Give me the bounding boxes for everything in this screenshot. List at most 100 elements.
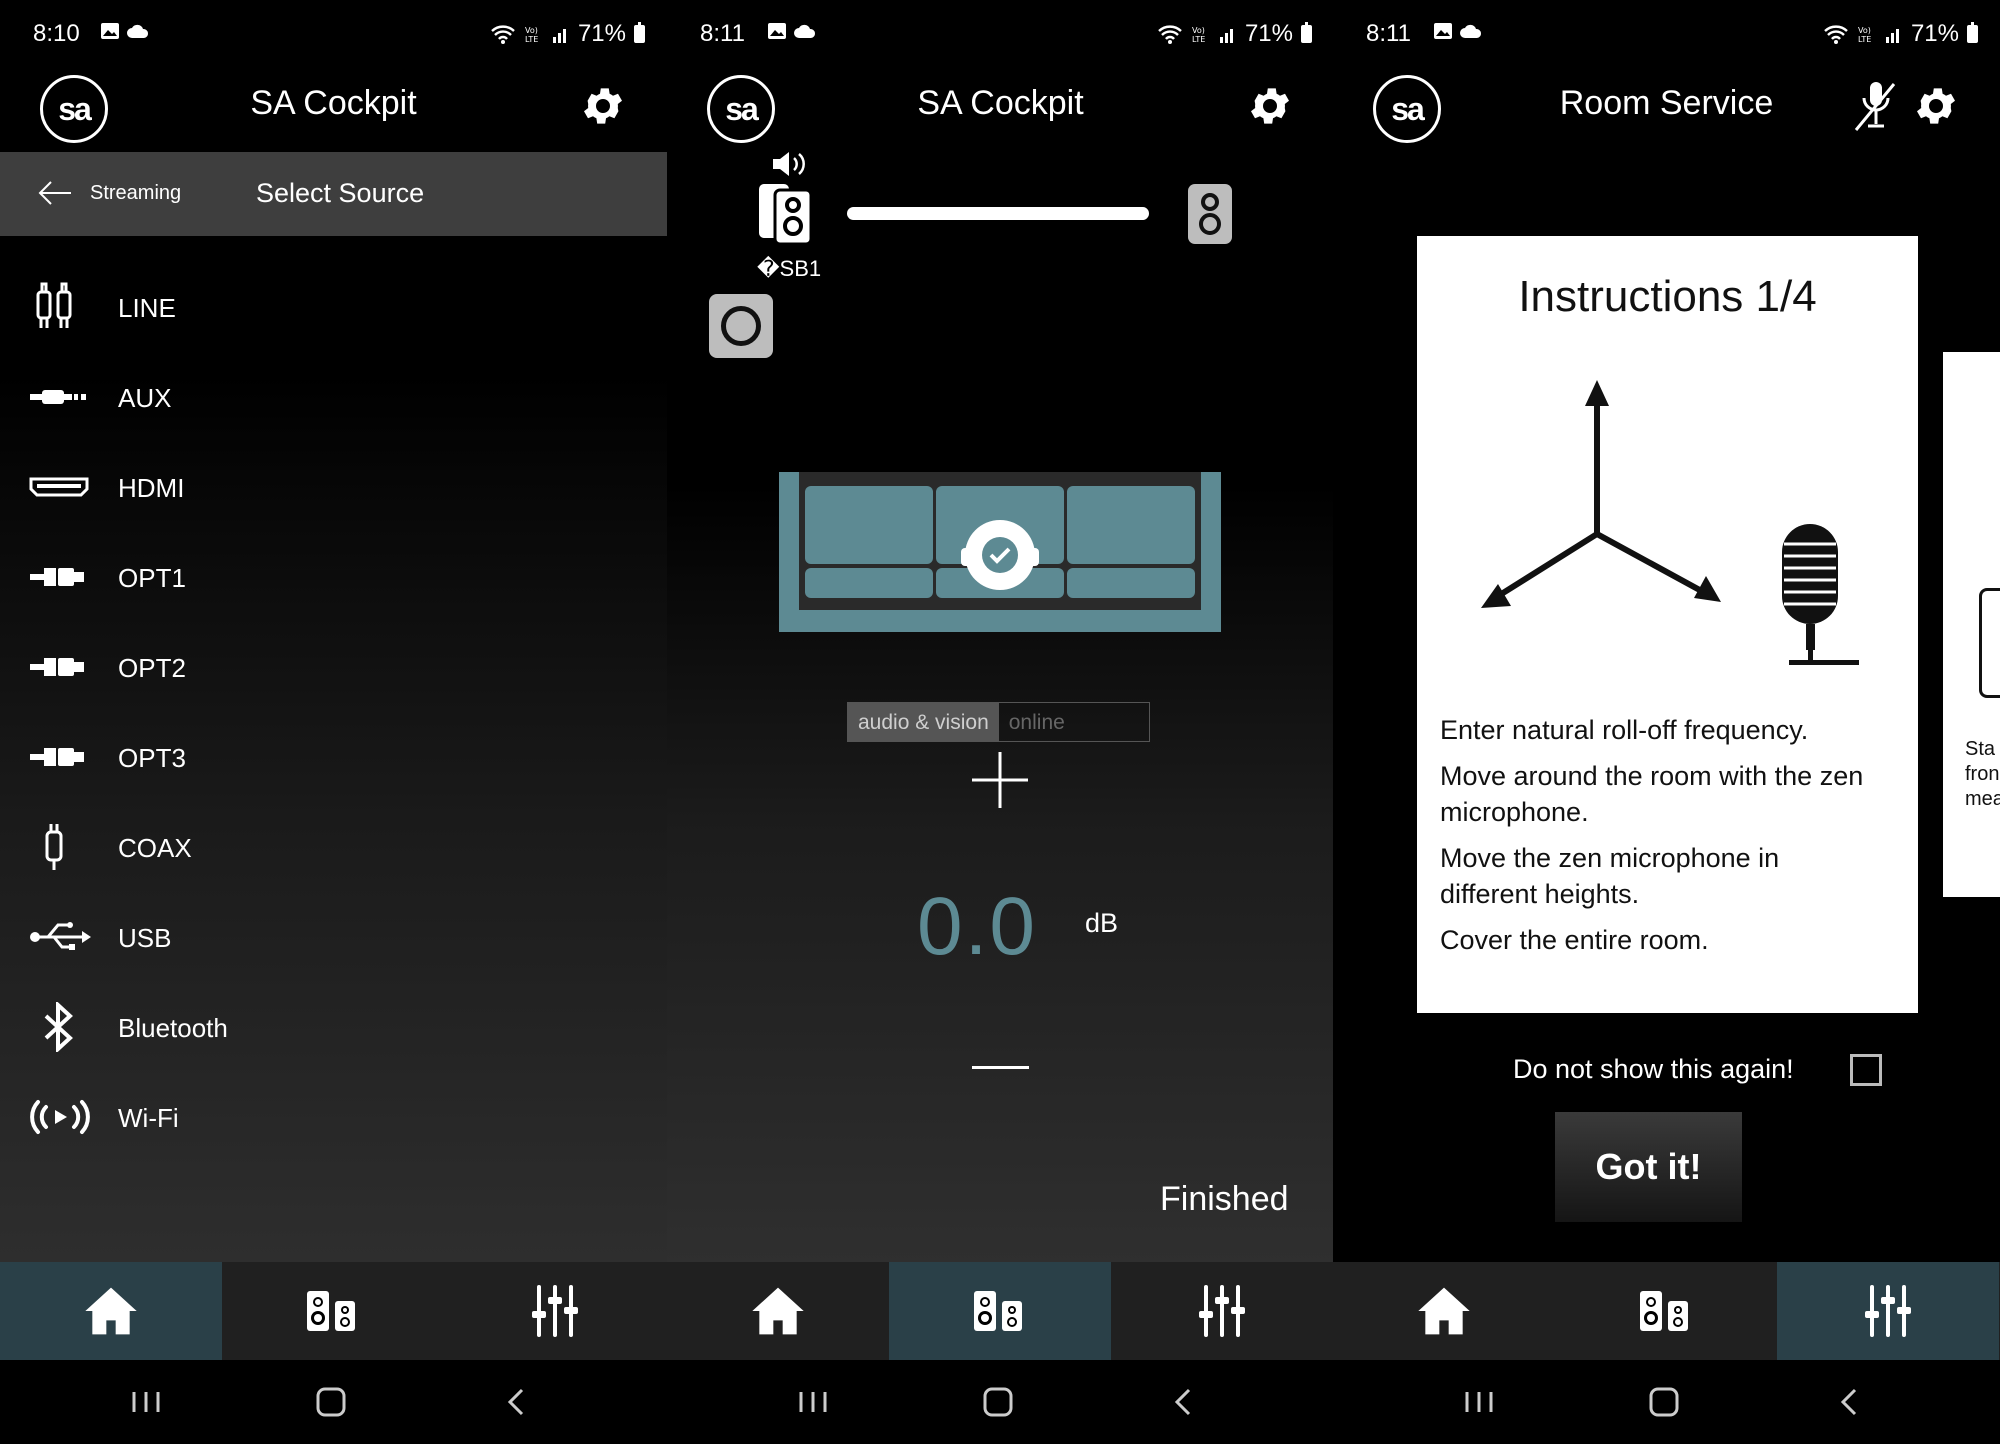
tab-equalizer[interactable]: [1111, 1262, 1333, 1360]
home-button-icon[interactable]: [978, 1382, 1018, 1422]
dont-show-again-label[interactable]: Do not show this again!: [1513, 1054, 1794, 1085]
svg-text:LTE: LTE: [1858, 35, 1871, 44]
increase-plus-icon[interactable]: [970, 750, 1030, 810]
optical-icon: [30, 748, 84, 766]
back-icon[interactable]: [1831, 1382, 1871, 1422]
volume-icon[interactable]: [771, 150, 811, 178]
status-notification-icons: [1433, 22, 1483, 40]
wifi-icon: [491, 25, 515, 44]
finished-button[interactable]: Finished: [1160, 1180, 1289, 1219]
source-item-bluetooth[interactable]: Bluetooth: [0, 982, 667, 1072]
source-item-usb[interactable]: USB: [0, 892, 667, 982]
equalizer-icon: [1198, 1283, 1246, 1339]
next-card-text: Sta fron mea: [1965, 738, 2000, 810]
source-label: Wi-Fi: [118, 1103, 179, 1133]
optical-icon: [30, 568, 84, 586]
recents-icon[interactable]: [126, 1382, 166, 1422]
tab-speakers[interactable]: [222, 1262, 444, 1360]
home-icon: [750, 1283, 806, 1339]
recents-icon[interactable]: [793, 1382, 833, 1422]
svg-text:Vo): Vo): [1858, 26, 1871, 35]
recents-icon[interactable]: [1459, 1382, 1499, 1422]
settings-gear-icon[interactable]: [1246, 82, 1294, 130]
microphone-icon: [1782, 524, 1859, 665]
source-item-line[interactable]: LINE: [0, 262, 667, 352]
decrease-minus-icon[interactable]: [972, 1066, 1029, 1069]
source-label: OPT1: [118, 563, 186, 593]
battery-icon: [1967, 22, 1978, 43]
back-icon[interactable]: [1165, 1382, 1205, 1422]
tab-equalizer[interactable]: [444, 1262, 666, 1360]
speakers-icon: [305, 1289, 361, 1333]
watermark-part1: audio & vision: [848, 703, 999, 741]
status-bar: 8:11 Vo) LTE 71%: [667, 0, 1334, 70]
back-icon[interactable]: [498, 1382, 538, 1422]
signal-icon: [1219, 29, 1233, 43]
source-label: Bluetooth: [118, 1013, 228, 1043]
next-instruction-card[interactable]: Sta fron mea: [1943, 352, 2000, 897]
sofa-listening-position-icon[interactable]: [779, 472, 1221, 632]
tab-equalizer[interactable]: [1777, 1262, 1999, 1360]
source-item-aux[interactable]: AUX: [0, 352, 667, 442]
speaker-label: �SB1: [757, 256, 822, 281]
wifi-icon: [1158, 25, 1182, 44]
dont-show-again-checkbox[interactable]: [1850, 1054, 1882, 1086]
volte-icon: Vo)LTE: [1192, 26, 1205, 44]
tab-speakers[interactable]: [889, 1262, 1111, 1360]
home-button-icon[interactable]: [311, 1382, 351, 1422]
source-item-opt1[interactable]: OPT1: [0, 532, 667, 622]
coax-icon: [45, 824, 63, 870]
bluetooth-icon: [44, 1002, 73, 1052]
equalizer-icon: [531, 1283, 579, 1339]
source-item-coax[interactable]: COAX: [0, 802, 667, 892]
rca-plug-icon: [36, 282, 72, 328]
source-label: OPT3: [118, 743, 186, 773]
source-item-hdmi[interactable]: HDMI: [0, 442, 667, 532]
tab-home[interactable]: [1333, 1262, 1555, 1360]
source-list: LINE AUX HDMI OPT1 OPT2 OPT3 COAX USB Bl…: [0, 262, 667, 1162]
cloud-icon: [127, 24, 149, 38]
instructions-text: Enter natural roll-off frequency. Move a…: [1440, 712, 1880, 968]
gallery-icon: [101, 23, 119, 39]
status-system-icons: Vo) LTE 71%: [1157, 20, 1312, 48]
source-label: LINE: [118, 293, 176, 323]
settings-gear-icon[interactable]: [1912, 82, 1960, 130]
status-time: 8:10: [33, 20, 80, 47]
balance-slider[interactable]: [847, 207, 1149, 220]
instruction-line: Move around the room with the zen microp…: [1440, 761, 1864, 827]
speakers-icon: [1638, 1289, 1694, 1333]
speaker-pair-icon[interactable]: [757, 180, 817, 246]
system-nav: [0, 1360, 667, 1444]
back-arrow-icon[interactable]: [38, 180, 72, 206]
microphone-off-icon[interactable]: [1850, 78, 1900, 134]
panel-speaker-calibration: 8:11 Vo) LTE 71% sa SA Cockpit �SB1 audi…: [667, 0, 1334, 1444]
axes-arrowheads: [1481, 380, 1721, 608]
tab-home[interactable]: [667, 1262, 889, 1360]
gallery-icon: [768, 23, 786, 39]
page-title: Select Source: [256, 178, 425, 208]
gallery-icon: [1434, 23, 1452, 39]
cloud-icon: [1460, 24, 1482, 38]
speaker-icon[interactable]: [1187, 183, 1233, 245]
instruction-line: Cover the entire room.: [1440, 925, 1709, 955]
tab-home[interactable]: [0, 1262, 222, 1360]
back-label[interactable]: Streaming: [90, 182, 181, 205]
instruction-line: Move the zen microphone in different hei…: [1440, 843, 1780, 909]
app-title: SA Cockpit: [917, 84, 1084, 122]
got-it-button[interactable]: Got it!: [1555, 1112, 1742, 1222]
speaker-outline-icon: [1979, 588, 2000, 698]
source-item-opt2[interactable]: OPT2: [0, 622, 667, 712]
record-button[interactable]: [709, 294, 773, 358]
tab-speakers[interactable]: [1555, 1262, 1777, 1360]
source-item-wifi[interactable]: Wi-Fi: [0, 1072, 667, 1162]
settings-gear-icon[interactable]: [579, 82, 627, 130]
home-icon: [1416, 1283, 1472, 1339]
home-button-icon[interactable]: [1644, 1382, 1684, 1422]
system-nav: [1333, 1360, 2000, 1444]
speakers-icon: [972, 1289, 1028, 1333]
equalizer-icon: [1864, 1283, 1912, 1339]
app-bar: sa Room Service: [1333, 70, 2000, 150]
source-item-opt3[interactable]: OPT3: [0, 712, 667, 802]
app-bar: sa SA Cockpit: [0, 70, 667, 150]
status-notification-icons: [100, 22, 150, 40]
